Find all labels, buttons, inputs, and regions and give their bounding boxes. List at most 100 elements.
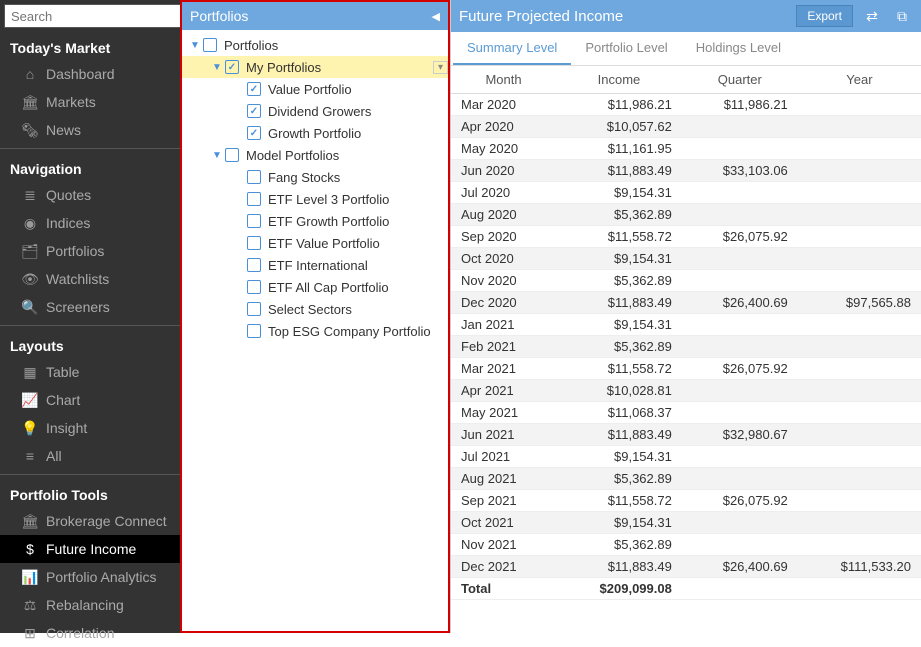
checkbox[interactable]	[247, 192, 261, 206]
table-row: May 2020$11,161.95	[451, 138, 921, 160]
tree-node-top-esg-company-portfolio[interactable]: Top ESG Company Portfolio	[182, 320, 448, 342]
nav-label: Indices	[46, 215, 90, 231]
expand-icon[interactable]: ▼	[190, 40, 200, 51]
cell-year	[798, 270, 921, 292]
expand-icon[interactable]: ▼	[212, 150, 222, 161]
cell-quarter: $33,103.06	[682, 160, 798, 182]
total-row: Total$209,099.08	[451, 578, 921, 600]
tree-node-etf-all-cap-portfolio[interactable]: ETF All Cap Portfolio	[182, 276, 448, 298]
cell-income: $5,362.89	[556, 270, 682, 292]
popout-icon[interactable]: ⧉	[891, 6, 913, 26]
checkbox[interactable]	[247, 236, 261, 250]
nav-item-all[interactable]: ≡All	[0, 442, 180, 470]
cell-month: Total	[451, 578, 556, 600]
tree-node-etf-growth-portfolio[interactable]: ETF Growth Portfolio	[182, 210, 448, 232]
tree-node-select-sectors[interactable]: Select Sectors	[182, 298, 448, 320]
nav-item-rebalancing[interactable]: ⚖Rebalancing	[0, 591, 180, 619]
tree-label: Fang Stocks	[268, 170, 448, 185]
cell-income: $5,362.89	[556, 204, 682, 226]
tree-label: Portfolios	[224, 38, 448, 53]
tree-body: ▼Portfolios▼My Portfolios▾Value Portfoli…	[182, 30, 448, 346]
checkbox[interactable]	[247, 324, 261, 338]
checkbox[interactable]	[247, 214, 261, 228]
export-button[interactable]: Export	[796, 5, 853, 27]
table-row: Jul 2020$9,154.31	[451, 182, 921, 204]
checkbox[interactable]	[225, 148, 239, 162]
checkbox[interactable]	[247, 280, 261, 294]
swap-icon[interactable]: ⇄	[861, 6, 883, 26]
nav-label: All	[46, 448, 62, 464]
search-input[interactable]	[4, 4, 194, 28]
cell-quarter	[682, 534, 798, 556]
cell-income: $209,099.08	[556, 578, 682, 600]
nav-item-brokerage-connect[interactable]: 🏛Brokerage Connect	[0, 507, 180, 535]
dropdown-icon[interactable]: ▾	[433, 61, 448, 74]
tree-node-fang-stocks[interactable]: Fang Stocks	[182, 166, 448, 188]
cell-quarter	[682, 446, 798, 468]
dashboard-icon: ⌂	[22, 66, 38, 82]
tab-portfolio-level[interactable]: Portfolio Level	[571, 32, 681, 65]
cell-quarter	[682, 182, 798, 204]
nav-item-chart[interactable]: 📈Chart	[0, 386, 180, 414]
cell-year	[798, 512, 921, 534]
tree-node-value-portfolio[interactable]: Value Portfolio	[182, 78, 448, 100]
table-row: Jul 2021$9,154.31	[451, 446, 921, 468]
nav-label: Portfolio Analytics	[46, 569, 157, 585]
tree-node-etf-international[interactable]: ETF International	[182, 254, 448, 276]
brokerage-icon: 🏛	[22, 513, 38, 529]
tree-node-etf-value-portfolio[interactable]: ETF Value Portfolio	[182, 232, 448, 254]
cell-month: Sep 2020	[451, 226, 556, 248]
checkbox[interactable]	[247, 104, 261, 118]
col-income[interactable]: Income	[556, 66, 682, 94]
cell-income: $11,558.72	[556, 490, 682, 512]
nav-item-portfolio-analytics[interactable]: 📊Portfolio Analytics	[0, 563, 180, 591]
checkbox[interactable]	[247, 170, 261, 184]
indices-icon: ◉	[22, 215, 38, 231]
col-month[interactable]: Month	[451, 66, 556, 94]
expand-icon[interactable]: ▼	[212, 62, 222, 73]
nav-item-table[interactable]: ▦Table	[0, 358, 180, 386]
nav-item-quotes[interactable]: ≣Quotes	[0, 181, 180, 209]
cell-month: Jan 2021	[451, 314, 556, 336]
col-year[interactable]: Year	[798, 66, 921, 94]
cell-month: Apr 2021	[451, 380, 556, 402]
nav-item-markets[interactable]: 🏛Markets	[0, 88, 180, 116]
cell-income: $5,362.89	[556, 336, 682, 358]
nav-item-indices[interactable]: ◉ Indices	[0, 209, 180, 237]
tree-label: Select Sectors	[268, 302, 448, 317]
collapse-tree-icon[interactable]: ◀	[432, 10, 440, 23]
nav-item-future-income[interactable]: $Future Income	[0, 535, 180, 563]
checkbox[interactable]	[225, 60, 239, 74]
nav-item-screeners[interactable]: 🔍Screeners	[0, 293, 180, 321]
nav-item-dashboard[interactable]: ⌂Dashboard	[0, 60, 180, 88]
tab-summary-level[interactable]: Summary Level	[453, 32, 571, 65]
cell-month: Jun 2021	[451, 424, 556, 446]
nav-item-portfolios[interactable]: 🗂Portfolios	[0, 237, 180, 265]
nav-item-correlation[interactable]: ⊞Correlation	[0, 619, 180, 647]
nav-item-watchlists[interactable]: 👁Watchlists	[0, 265, 180, 293]
cell-year	[798, 490, 921, 512]
tree-label: Value Portfolio	[268, 82, 448, 97]
tree-node-dividend-growers[interactable]: Dividend Growers	[182, 100, 448, 122]
checkbox[interactable]	[203, 38, 217, 52]
tab-holdings-level[interactable]: Holdings Level	[682, 32, 795, 65]
checkbox[interactable]	[247, 258, 261, 272]
cell-year	[798, 534, 921, 556]
tree-node-portfolios[interactable]: ▼ Portfolios	[182, 34, 448, 56]
checkbox[interactable]	[247, 82, 261, 96]
tree-node-my-portfolios[interactable]: ▼My Portfolios▾	[182, 56, 448, 78]
nav-item-insight[interactable]: 💡Insight	[0, 414, 180, 442]
nav-item-news[interactable]: 🗞News	[0, 116, 180, 144]
tree-node-etf-level-3-portfolio[interactable]: ETF Level 3 Portfolio	[182, 188, 448, 210]
cell-income: $9,154.31	[556, 512, 682, 534]
cell-income: $11,558.72	[556, 358, 682, 380]
tree-label: Dividend Growers	[268, 104, 448, 119]
checkbox[interactable]	[247, 126, 261, 140]
checkbox[interactable]	[247, 302, 261, 316]
tree-node-growth-portfolio[interactable]: Growth Portfolio	[182, 122, 448, 144]
tree-node-model-portfolios[interactable]: ▼Model Portfolios	[182, 144, 448, 166]
table-row: Dec 2020$11,883.49$26,400.69$97,565.88	[451, 292, 921, 314]
table-row: Sep 2021$11,558.72$26,075.92	[451, 490, 921, 512]
cell-income: $11,883.49	[556, 424, 682, 446]
col-quarter[interactable]: Quarter	[682, 66, 798, 94]
